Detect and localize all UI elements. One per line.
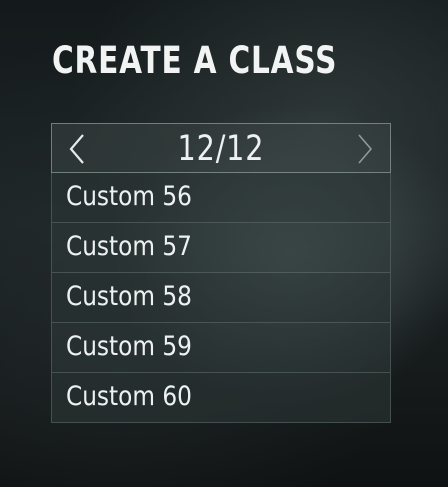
class-label: Custom 59 xyxy=(66,331,192,362)
class-list: Custom 56 Custom 57 Custom 58 Custom 59 … xyxy=(51,173,391,423)
next-page-button[interactable] xyxy=(354,133,376,165)
list-item-custom-57[interactable]: Custom 57 xyxy=(51,223,391,273)
page-indicator-text: 12/12 xyxy=(177,129,265,169)
class-label: Custom 58 xyxy=(66,281,192,312)
class-label: Custom 60 xyxy=(66,381,192,412)
list-item-custom-56[interactable]: Custom 56 xyxy=(51,173,391,223)
page-selector: 12/12 xyxy=(51,123,391,173)
class-label: Custom 57 xyxy=(66,231,192,262)
class-list-panel: 12/12 Custom 56 Custom 57 Custom 58 Cust… xyxy=(51,123,391,423)
list-item-custom-60[interactable]: Custom 60 xyxy=(51,373,391,423)
class-label: Custom 56 xyxy=(66,181,192,212)
page-indicator: 12/12 xyxy=(52,129,390,169)
list-item-custom-59[interactable]: Custom 59 xyxy=(51,323,391,373)
page-title: CREATE A CLASS xyxy=(52,39,338,82)
chevron-right-icon xyxy=(358,134,373,164)
list-item-custom-58[interactable]: Custom 58 xyxy=(51,273,391,323)
